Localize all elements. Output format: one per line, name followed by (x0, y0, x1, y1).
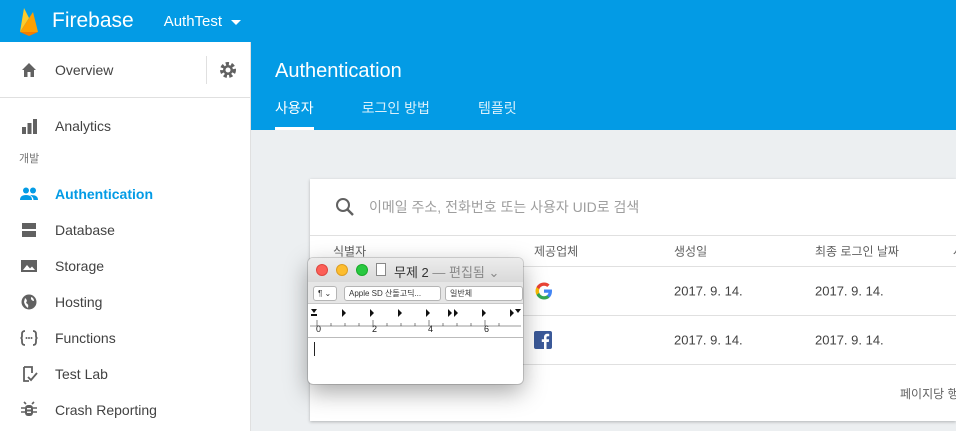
window-titlebar[interactable]: 무제 2 — 편집됨 ⌄ (308, 258, 523, 282)
format-toolbar: ¶ ⌄ Apple SD 산돌고딕... 일반체 (308, 282, 523, 304)
home-icon (22, 62, 36, 77)
sidebar-item-hosting[interactable]: Hosting (0, 284, 250, 320)
rows-per-page-label: 페이지당 행 (900, 387, 956, 401)
facebook-icon (534, 331, 552, 349)
minimize-window-button[interactable] (336, 264, 348, 276)
sidebar-item-label: Test Lab (55, 366, 108, 382)
tab-users[interactable]: 사용자 (275, 90, 314, 130)
ruler-label: 0 (316, 324, 322, 334)
sidebar-item-label: Overview (55, 61, 114, 78)
paragraph-style-menu[interactable]: ¶ ⌄ (313, 286, 337, 301)
close-window-button[interactable] (316, 264, 328, 276)
top-app-bar: Firebase AuthTest (0, 0, 956, 42)
font-family-menu[interactable]: Apple SD 산돌고딕... (344, 286, 441, 301)
tab-bar: 사용자 로그인 방법 템플릿 (275, 90, 565, 130)
chevron-down-icon[interactable]: ⌄ (489, 265, 500, 280)
image-icon (21, 260, 37, 272)
search-input[interactable] (369, 199, 929, 215)
font-family-label: Apple SD 산돌고딕... (349, 289, 422, 298)
sidebar-item-authentication[interactable]: Authentication (0, 176, 250, 212)
google-icon (535, 282, 552, 300)
database-icon (22, 223, 36, 237)
column-header-provider[interactable]: 제공업체 (534, 243, 578, 260)
ruler-label: 2 (372, 324, 378, 334)
sidebar-item-database[interactable]: Database (0, 212, 250, 248)
sidebar-item-label: Authentication (55, 186, 153, 202)
sidebar-item-label: Crash Reporting (55, 402, 157, 418)
gear-icon[interactable] (218, 60, 238, 80)
sidebar-item-overview[interactable]: Overview (0, 42, 113, 98)
people-icon (20, 187, 38, 200)
sidebar-item-test-lab[interactable]: Test Lab (0, 356, 250, 392)
project-name: AuthTest (163, 12, 223, 30)
ruler-label: 4 (428, 324, 434, 334)
text-cursor (314, 342, 315, 356)
created-date: 2017. 9. 14. (674, 332, 743, 348)
dropdown-caret-icon (231, 19, 242, 25)
sidebar-item-label: Functions (55, 330, 116, 346)
sidebar-item-label: Hosting (55, 294, 103, 310)
window-title: 무제 2 — 편집됨 ⌄ (394, 262, 499, 281)
font-weight-label: 일반체 (450, 289, 473, 298)
search-bar (310, 179, 956, 236)
firebase-logo-icon[interactable] (18, 6, 40, 36)
column-header-identifier[interactable]: 식별자 (333, 243, 366, 260)
page-header: Authentication 사용자 로그인 방법 템플릿 (251, 42, 956, 130)
text-editing-area[interactable] (308, 338, 523, 384)
tab-templates[interactable]: 템플릿 (478, 90, 517, 130)
font-weight-menu[interactable]: 일반체 (445, 286, 523, 301)
sidebar-item-label: Database (55, 222, 115, 238)
column-header-last-login[interactable]: 최종 로그인 날짜 (815, 243, 899, 260)
project-selector[interactable]: AuthTest (163, 12, 242, 30)
column-header-created[interactable]: 생성일 (674, 243, 707, 260)
edit-state: — 편집됨 (432, 265, 485, 280)
tab-sign-in-method[interactable]: 로그인 방법 (362, 90, 430, 130)
page-title: Authentication (275, 60, 402, 82)
last-login-date: 2017. 9. 14. (815, 332, 884, 348)
zoom-window-button[interactable] (356, 264, 368, 276)
functions-icon (20, 330, 38, 346)
globe-icon (21, 294, 37, 310)
section-label-develop: 개발 (19, 153, 40, 165)
sidebar-item-label: Storage (55, 258, 105, 274)
ruler-graphic (310, 309, 521, 327)
sidebar-item-storage[interactable]: Storage (0, 248, 250, 284)
ruler-label: 6 (484, 324, 490, 334)
bar-chart-icon (22, 119, 37, 134)
search-icon (336, 198, 354, 216)
document-name: 무제 2 (394, 265, 429, 280)
sidebar-item-label: Analytics (55, 118, 112, 134)
bug-icon (21, 401, 37, 416)
chevron-down-icon: ⌄ (322, 289, 332, 298)
sidebar-item-crash-reporting[interactable]: Crash Reporting (0, 392, 250, 428)
sidebar: Overview Analytics 개발 Authentication Dat… (0, 42, 251, 431)
document-icon (376, 263, 386, 276)
created-date: 2017. 9. 14. (674, 283, 743, 299)
divider (206, 56, 207, 84)
last-login-date: 2017. 9. 14. (815, 283, 884, 299)
brand-name[interactable]: Firebase (52, 9, 134, 33)
checklist-icon (23, 366, 38, 382)
textedit-window[interactable]: 무제 2 — 편집됨 ⌄ ¶ ⌄ Apple SD 산돌고딕... 일반체 0 … (308, 258, 523, 384)
text-ruler[interactable]: 0 2 4 6 (308, 304, 523, 338)
sidebar-item-analytics[interactable]: Analytics (0, 108, 250, 144)
sidebar-item-functions[interactable]: Functions (0, 320, 250, 356)
